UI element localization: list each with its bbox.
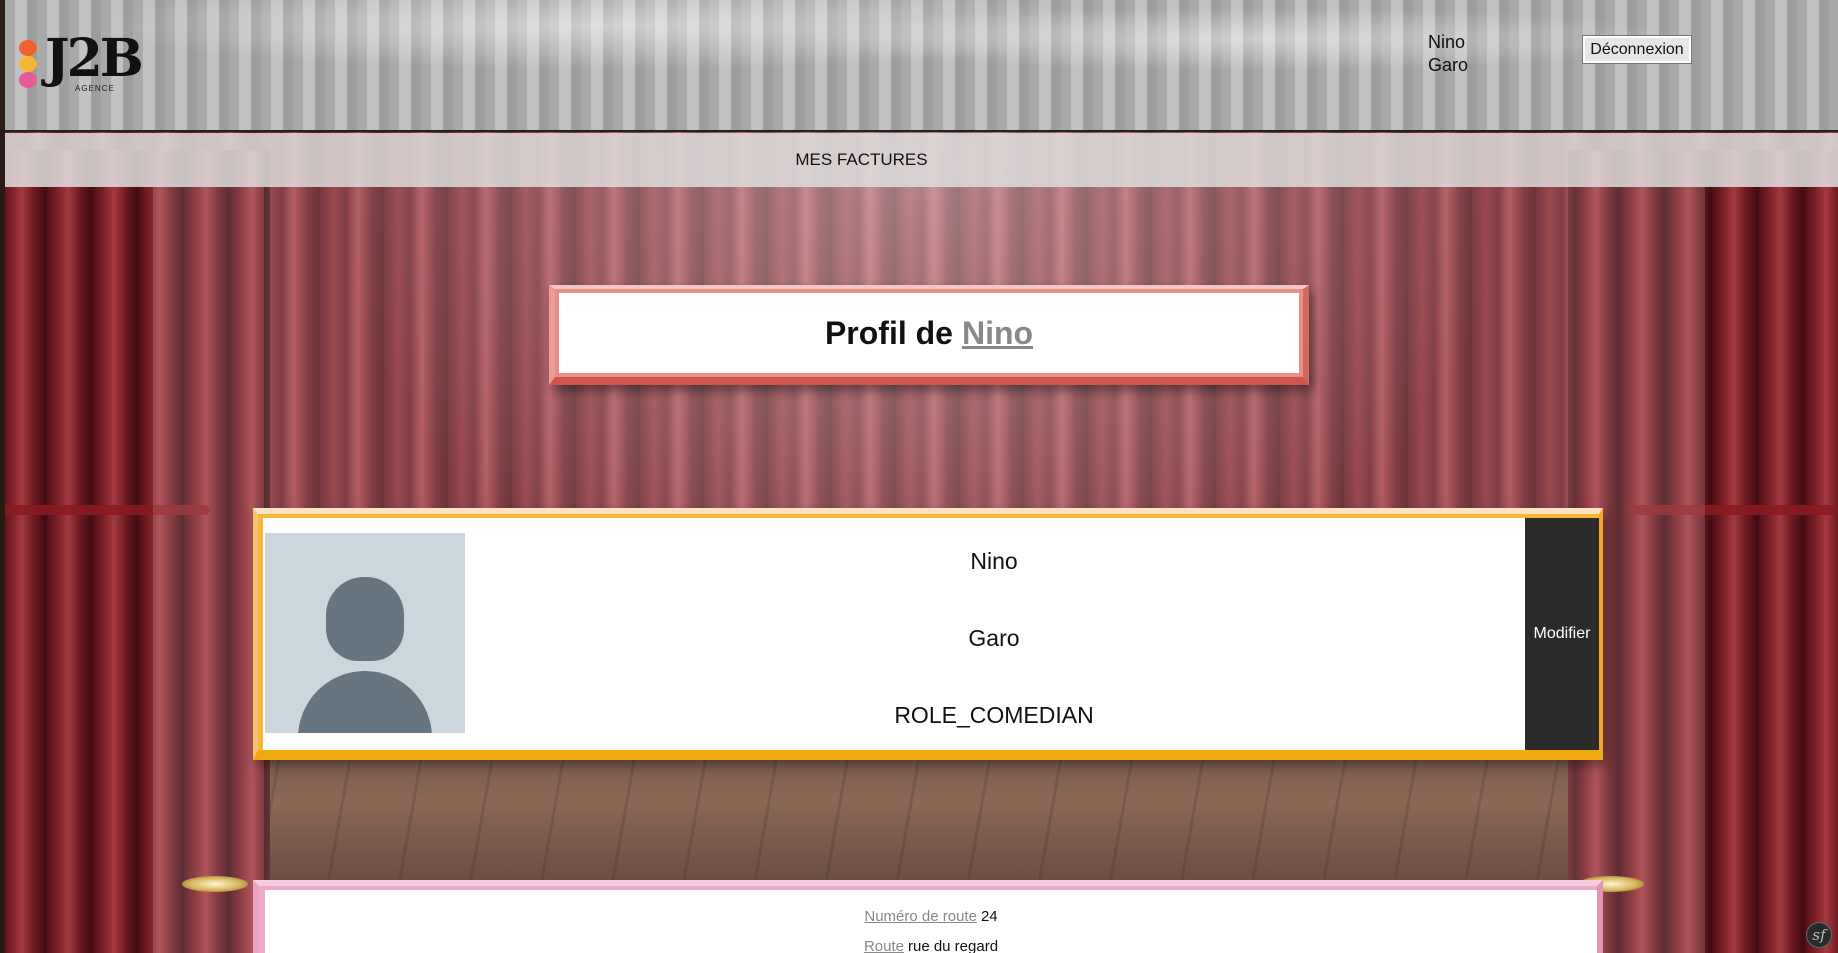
logout-button[interactable]: Déconnexion [1582,35,1692,64]
symfony-icon[interactable]: sf [1806,922,1832,948]
street-number-value: 24 [980,908,998,925]
main-nav: MES FACTURES [5,133,1838,187]
profile-first-name: Nino [970,548,1018,574]
modify-profile-button[interactable]: Modifier [1525,518,1599,750]
avatar [265,533,465,733]
address-row-street: Route rue du regard [265,938,1597,953]
page-title-prefix: Profil de [824,314,953,351]
profile-card: Nino Garo ROLE_COMEDIAN Modifier [253,508,1603,760]
profile-role: ROLE_COMEDIAN [894,702,1094,728]
header-first-name: Nino [1428,32,1466,52]
stage-light-icon [182,876,248,892]
address-card-body: Numéro de route 24 Route rue du regard [265,890,1597,953]
street-number-label[interactable]: Numéro de route [864,908,977,925]
header-user-name: Nino Garo [1428,31,1468,77]
logo-dot-icon [19,40,37,56]
logo-dot-icon [19,72,37,88]
profile-card-body: Nino Garo ROLE_COMEDIAN Modifier [263,518,1599,750]
profile-last-name: Garo [968,625,1020,651]
street-label[interactable]: Route [864,938,904,953]
nav-link-invoices[interactable]: MES FACTURES [795,150,927,170]
user-placeholder-icon [326,577,404,661]
profile-title-card: Profil de Nino [549,285,1309,385]
page-title: Profil de Nino [559,293,1299,373]
logo-subtitle: AGENCE [75,84,115,93]
site-header: J2B AGENCE Nino Garo Déconnexion [5,0,1838,132]
profile-name-link[interactable]: Nino [962,315,1033,352]
street-value: rue du regard [907,938,999,953]
user-placeholder-body [298,671,432,733]
address-row-number: Numéro de route 24 [265,908,1597,925]
address-card: Numéro de route 24 Route rue du regard [253,880,1603,953]
logo-text: J2B [45,28,144,89]
logo-dot-icon [19,56,37,72]
header-last-name: Garo [1428,55,1469,75]
j2b-logo[interactable]: J2B AGENCE [13,30,144,96]
